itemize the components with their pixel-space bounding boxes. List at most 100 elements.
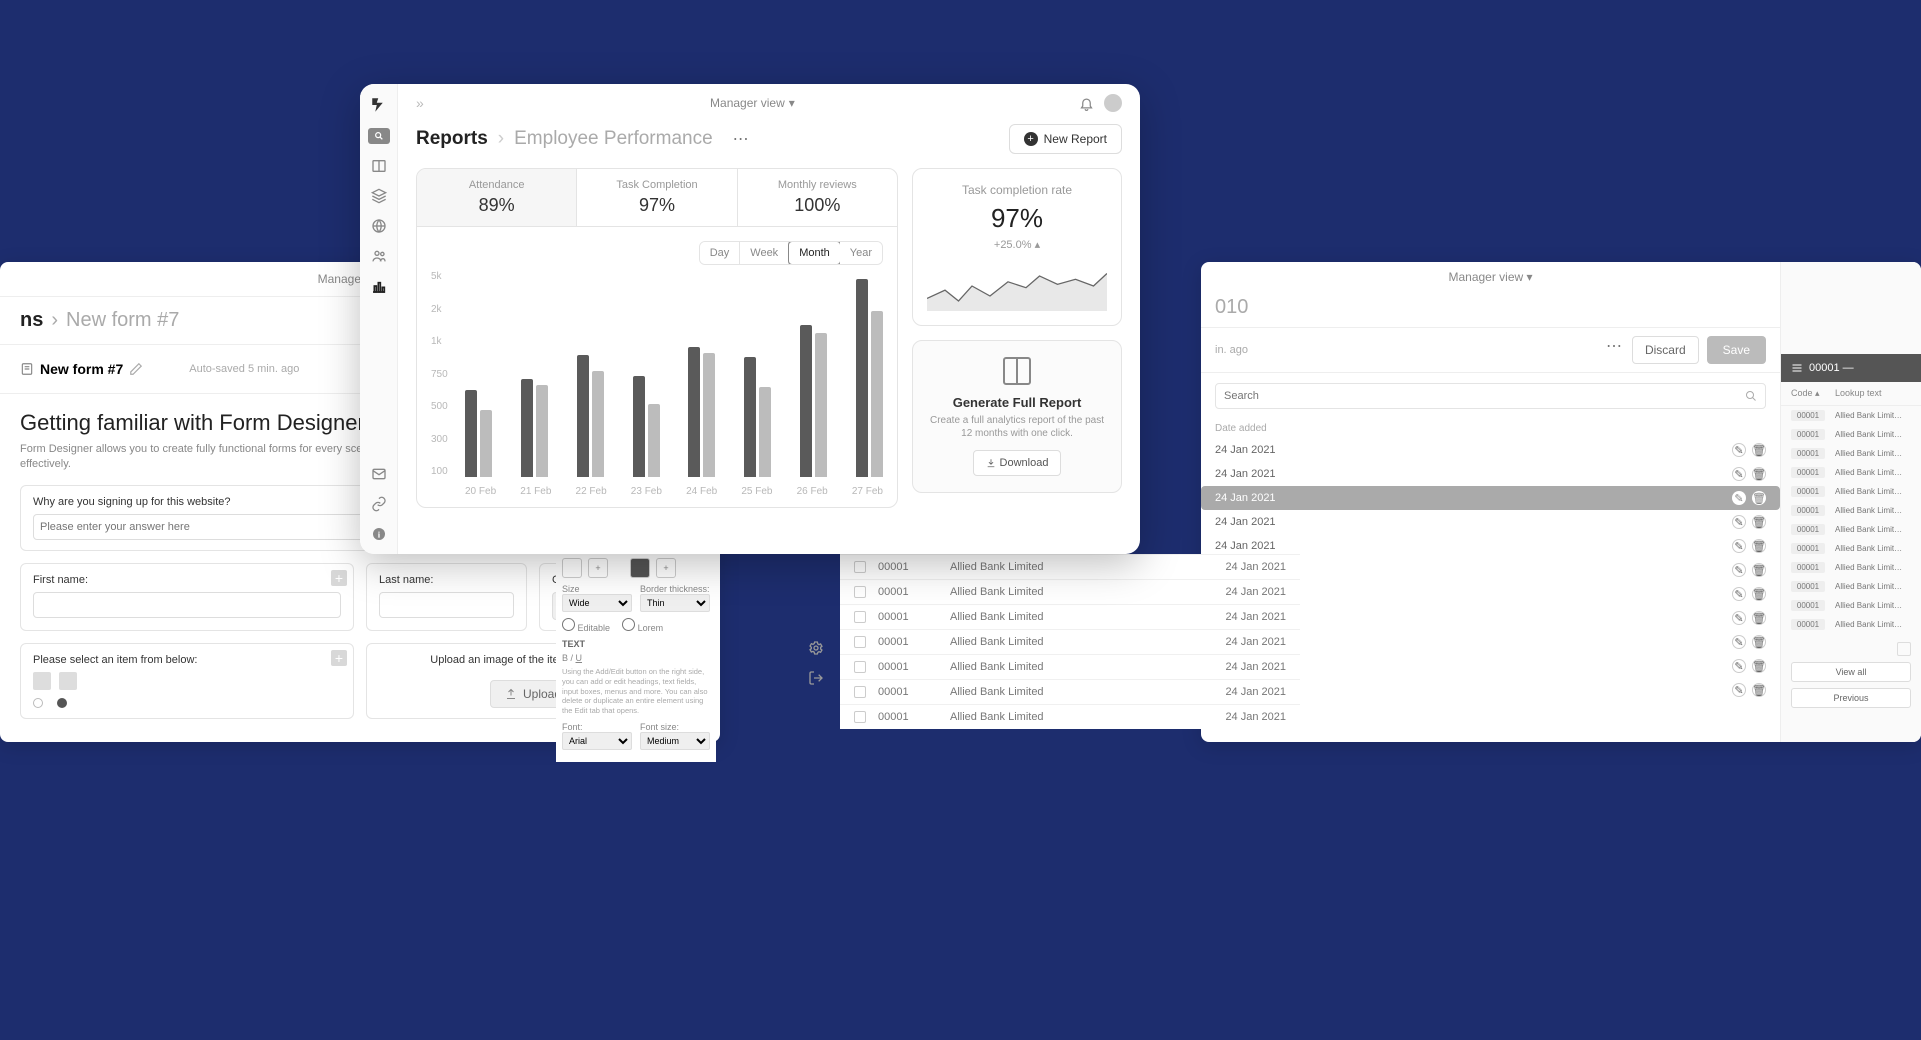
edit-icon[interactable]: ✎ bbox=[1732, 635, 1746, 649]
info-icon[interactable]: i bbox=[371, 526, 387, 542]
mail-icon[interactable] bbox=[371, 466, 387, 482]
chart-icon[interactable] bbox=[371, 278, 387, 294]
table-row[interactable]: 00001Allied Bank Limited24 Jan 2021 bbox=[840, 704, 1300, 729]
table-row[interactable]: 00001Allied Bank Limited24 Jan 2021 bbox=[840, 679, 1300, 704]
delete-icon[interactable]: 🗑 bbox=[1752, 491, 1766, 505]
kpi-tab[interactable]: Monthly reviews100% bbox=[738, 169, 897, 226]
globe-icon[interactable] bbox=[371, 218, 387, 234]
edit-icon[interactable]: ✎ bbox=[1732, 683, 1746, 697]
list-item[interactable]: 24 Jan 2021✎🗑 bbox=[1201, 486, 1780, 510]
bell-icon[interactable] bbox=[1079, 96, 1094, 111]
editable-checkbox[interactable]: Editable bbox=[562, 618, 610, 633]
table-row[interactable]: 00001Allied Bank Limited24 Jan 2021 bbox=[840, 629, 1300, 654]
collapse-icon[interactable]: » bbox=[416, 95, 426, 111]
table-row[interactable]: 00001Allied Bank Limited24 Jan 2021 bbox=[840, 654, 1300, 679]
edit-icon[interactable]: ✎ bbox=[1732, 467, 1746, 481]
delete-icon[interactable]: 🗑 bbox=[1752, 443, 1766, 457]
delete-icon[interactable]: 🗑 bbox=[1752, 587, 1766, 601]
range-year[interactable]: Year bbox=[840, 242, 882, 264]
range-week[interactable]: Week bbox=[740, 242, 789, 264]
book-icon[interactable] bbox=[371, 158, 387, 174]
lookup-row[interactable]: 00001Allied Bank Limit… bbox=[1781, 539, 1921, 558]
view-all-button[interactable]: View all bbox=[1791, 662, 1911, 682]
kpi-tab[interactable]: Task Completion97% bbox=[577, 169, 737, 226]
edit-icon[interactable]: ✎ bbox=[1732, 611, 1746, 625]
more-button[interactable]: ⋯ bbox=[733, 129, 751, 149]
edit-icon[interactable]: ✎ bbox=[1732, 563, 1746, 577]
delete-icon[interactable]: 🗑 bbox=[1752, 515, 1766, 529]
edit-icon[interactable]: ✎ bbox=[1732, 491, 1746, 505]
lastname-input[interactable] bbox=[379, 592, 514, 618]
table-row[interactable]: 00001Allied Bank Limited24 Jan 2021 bbox=[840, 604, 1300, 629]
option-icon[interactable] bbox=[59, 672, 77, 690]
lookup-row[interactable]: 00001Allied Bank Limit… bbox=[1781, 406, 1921, 425]
delete-icon[interactable]: 🗑 bbox=[1752, 635, 1766, 649]
list-item[interactable]: 24 Jan 2021✎🗑 bbox=[1215, 462, 1766, 486]
color-swatch[interactable] bbox=[630, 558, 650, 578]
table-row[interactable]: 00001Allied Bank Limited24 Jan 2021 bbox=[840, 579, 1300, 604]
link-icon[interactable] bbox=[371, 496, 387, 512]
lookup-row[interactable]: 00001Allied Bank Limit… bbox=[1781, 558, 1921, 577]
range-month[interactable]: Month bbox=[788, 241, 841, 265]
edit-icon[interactable]: ✎ bbox=[1732, 515, 1746, 529]
lookup-row[interactable]: 00001Allied Bank Limit… bbox=[1781, 482, 1921, 501]
new-report-button[interactable]: + New Report bbox=[1009, 124, 1122, 154]
delete-icon[interactable]: 🗑 bbox=[1752, 659, 1766, 673]
view-switcher[interactable]: Manager view ▾ bbox=[710, 96, 795, 110]
add-swatch[interactable]: + bbox=[656, 558, 676, 578]
lookup-row[interactable]: 00001Allied Bank Limit… bbox=[1781, 444, 1921, 463]
range-day[interactable]: Day bbox=[700, 242, 741, 264]
font-select[interactable]: Arial bbox=[562, 732, 632, 750]
settings-icon[interactable] bbox=[808, 640, 824, 656]
edit-icon[interactable]: ✎ bbox=[1732, 587, 1746, 601]
delete-icon[interactable]: 🗑 bbox=[1752, 563, 1766, 577]
lookup-column[interactable]: Lookup text bbox=[1835, 388, 1882, 399]
users-icon[interactable] bbox=[371, 248, 387, 264]
search-input[interactable] bbox=[1215, 383, 1766, 409]
option-icon[interactable] bbox=[33, 672, 51, 690]
radio-option[interactable] bbox=[33, 698, 43, 708]
app-logo-icon[interactable] bbox=[370, 96, 388, 114]
more-button[interactable]: ⋯ bbox=[1606, 336, 1624, 364]
lookup-row[interactable]: 00001Allied Bank Limit… bbox=[1781, 520, 1921, 539]
lorem-checkbox[interactable]: Lorem bbox=[622, 618, 663, 633]
layers-icon[interactable] bbox=[371, 188, 387, 204]
list-item[interactable]: 24 Jan 2021✎🗑 bbox=[1215, 438, 1766, 462]
discard-button[interactable]: Discard bbox=[1632, 336, 1699, 364]
save-button[interactable]: Save bbox=[1707, 336, 1766, 364]
edit-icon[interactable]: ✎ bbox=[1732, 659, 1746, 673]
color-swatch[interactable] bbox=[562, 558, 582, 578]
refresh-icon[interactable] bbox=[1897, 642, 1911, 656]
lookup-row[interactable]: 00001Allied Bank Limit… bbox=[1781, 615, 1921, 634]
view-switcher[interactable]: Manager view ▾ bbox=[1448, 270, 1532, 284]
edit-icon[interactable]: ✎ bbox=[1732, 539, 1746, 553]
avatar[interactable] bbox=[1104, 94, 1122, 112]
edit-icon[interactable] bbox=[129, 362, 143, 376]
kpi-tab[interactable]: Attendance89% bbox=[417, 169, 577, 226]
delete-icon[interactable]: 🗑 bbox=[1752, 539, 1766, 553]
edit-icon[interactable]: ✎ bbox=[1732, 443, 1746, 457]
radio-option[interactable] bbox=[57, 698, 67, 708]
previous-button[interactable]: Previous bbox=[1791, 688, 1911, 708]
fontsize-select[interactable]: Medium bbox=[640, 732, 710, 750]
exit-icon[interactable] bbox=[808, 670, 824, 686]
add-swatch[interactable]: + bbox=[588, 558, 608, 578]
search-icon[interactable] bbox=[368, 128, 390, 144]
list-item[interactable]: 24 Jan 2021✎🗑 bbox=[1215, 510, 1766, 534]
lookup-row[interactable]: 00001Allied Bank Limit… bbox=[1781, 501, 1921, 520]
delete-icon[interactable]: 🗑 bbox=[1752, 611, 1766, 625]
firstname-input[interactable] bbox=[33, 592, 341, 618]
border-select[interactable]: Thin bbox=[640, 594, 710, 612]
delete-icon[interactable]: 🗑 bbox=[1752, 467, 1766, 481]
lookup-row[interactable]: 00001Allied Bank Limit… bbox=[1781, 577, 1921, 596]
download-button[interactable]: Download bbox=[973, 450, 1062, 476]
add-icon[interactable]: + bbox=[331, 650, 347, 666]
code-column[interactable]: Code ▴ bbox=[1791, 388, 1825, 399]
table-row[interactable]: 00001Allied Bank Limited24 Jan 2021 bbox=[840, 554, 1300, 579]
add-icon[interactable]: + bbox=[331, 570, 347, 586]
lookup-row[interactable]: 00001Allied Bank Limit… bbox=[1781, 425, 1921, 444]
lookup-row[interactable]: 00001Allied Bank Limit… bbox=[1781, 596, 1921, 615]
delete-icon[interactable]: 🗑 bbox=[1752, 683, 1766, 697]
lookup-row[interactable]: 00001Allied Bank Limit… bbox=[1781, 463, 1921, 482]
size-select[interactable]: Wide bbox=[562, 594, 632, 612]
